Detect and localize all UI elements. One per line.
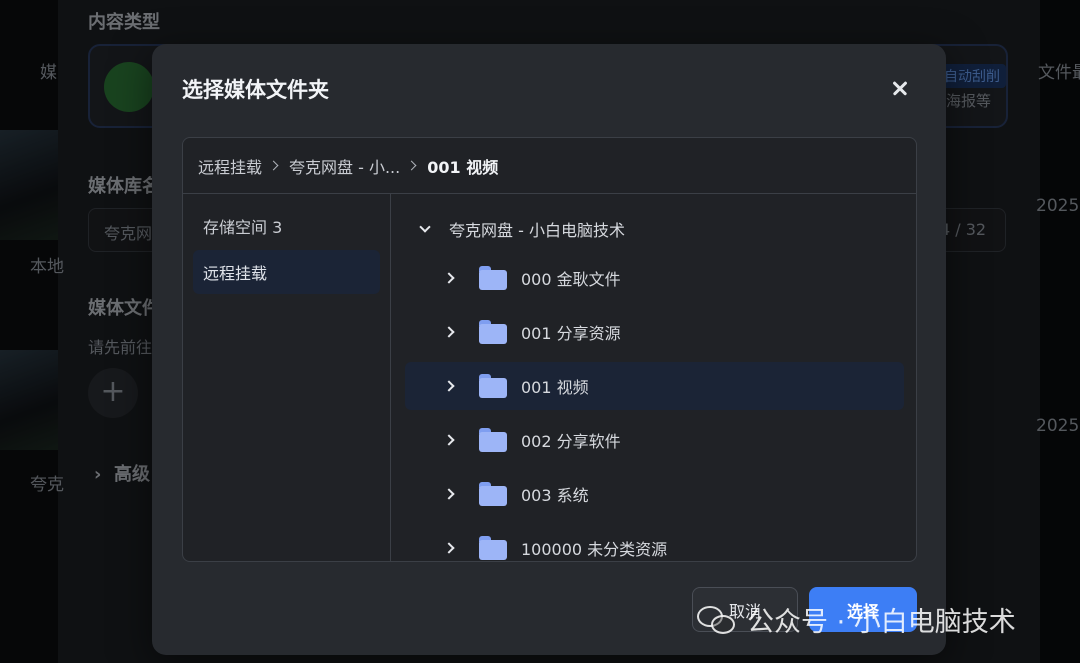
folder-icon [479, 482, 507, 506]
folder-icon [479, 374, 507, 398]
sidebar-item-remote-mount[interactable]: 远程挂载 [193, 250, 380, 294]
folder-label: 100000 未分类资源 [521, 540, 668, 559]
chevron-right-icon[interactable] [443, 380, 455, 392]
folder-label: 001 分享资源 [521, 324, 621, 343]
folder-row[interactable]: 000 金耿文件 [405, 254, 904, 302]
folder-icon [479, 266, 507, 290]
folder-label: 002 分享软件 [521, 432, 621, 451]
chevron-right-icon[interactable] [443, 272, 455, 284]
chevron-right-icon[interactable] [443, 488, 455, 500]
folder-icon [479, 536, 507, 560]
tree-root-label: 夸克网盘 - 小白电脑技术 [449, 221, 625, 240]
breadcrumb: 远程挂载 夸克网盘 - 小... 001 视频 [183, 138, 916, 194]
folder-label: 000 金耿文件 [521, 270, 621, 289]
chevron-down-icon[interactable] [419, 221, 431, 233]
folder-browser: 远程挂载 夸克网盘 - 小... 001 视频 存储空间 3 远程挂载 夸克网盘… [182, 137, 917, 562]
folder-tree: 夸克网盘 - 小白电脑技术 000 金耿文件 001 分享资源 001 视频 0 [391, 194, 916, 561]
folder-row[interactable]: 002 分享软件 [405, 416, 904, 464]
chevron-right-icon [268, 160, 279, 171]
storage-sidebar: 存储空间 3 远程挂载 [183, 194, 391, 561]
folder-row[interactable]: 001 分享资源 [405, 308, 904, 356]
chevron-right-icon [406, 160, 417, 171]
tree-root[interactable]: 夸克网盘 - 小白电脑技术 [405, 204, 904, 254]
select-media-folder-dialog: 选择媒体文件夹 远程挂载 夸克网盘 - 小... 001 视频 存储空间 3 远… [152, 44, 946, 655]
watermark: 公众号 · 小白电脑技术 [697, 600, 1016, 639]
breadcrumb-quark-drive[interactable]: 夸克网盘 - 小... [289, 154, 400, 178]
watermark-text: 公众号 · 小白电脑技术 [747, 607, 1016, 638]
breadcrumb-current: 001 视频 [427, 157, 499, 177]
folder-icon [479, 428, 507, 452]
dialog-title: 选择媒体文件夹 [182, 78, 329, 102]
folder-label: 001 视频 [521, 378, 589, 397]
breadcrumb-remote-mount[interactable]: 远程挂载 [198, 154, 262, 178]
chevron-right-icon[interactable] [443, 326, 455, 338]
chevron-right-icon[interactable] [443, 434, 455, 446]
folder-row-selected[interactable]: 001 视频 [405, 362, 904, 410]
sidebar-item-storage-space[interactable]: 存储空间 3 [193, 204, 380, 248]
close-icon[interactable] [886, 74, 914, 102]
folder-label: 003 系统 [521, 486, 589, 505]
wechat-icon [697, 604, 737, 636]
chevron-right-icon[interactable] [443, 542, 455, 554]
folder-row[interactable]: 003 系统 [405, 470, 904, 518]
folder-row[interactable]: 100000 未分类资源 [405, 524, 904, 561]
folder-icon [479, 320, 507, 344]
